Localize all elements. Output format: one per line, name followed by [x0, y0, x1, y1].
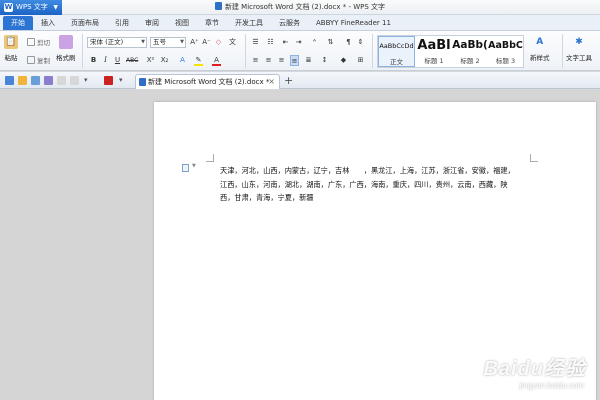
increase-indent-icon[interactable]: ⇥ [294, 37, 303, 48]
chevron-down-icon: ▼ [180, 39, 184, 45]
window-title: 新建 Microsoft Word 文档 (2).docx * - WPS 文字 [0, 0, 600, 15]
divider [82, 34, 83, 68]
font-name-select[interactable]: 宋体 (正文) ▼ [87, 37, 147, 48]
align-right-icon[interactable]: ≡ [277, 55, 286, 66]
style-heading-2[interactable]: AaBb( 标题 2 [452, 36, 488, 67]
paste-button[interactable]: 📋 粘贴 [4, 35, 18, 62]
style-heading-3[interactable]: AaBbC 标题 3 [488, 36, 523, 67]
menu-tab[interactable]: 引用 [107, 16, 137, 30]
text-tools-button[interactable]: ✱ 文字工具 [566, 35, 592, 62]
format-painter-button[interactable]: 格式刷 [56, 35, 76, 62]
print-preview-icon[interactable] [44, 76, 53, 85]
new-style-button[interactable]: A 新样式 [530, 35, 550, 62]
menu-tab[interactable]: 页面布局 [63, 16, 107, 30]
document-icon [214, 2, 222, 10]
menu-tab[interactable]: 插入 [33, 16, 63, 30]
title-bar: W WPS 文字 ▼ 新建 Microsoft Word 文档 (2).docx… [0, 0, 600, 15]
quick-access-bar: ▾ ▾ 新建 Microsoft Word 文档 (2).docx * × + [0, 72, 600, 89]
align-left-icon[interactable]: ≡ [251, 55, 260, 66]
divider [372, 34, 373, 68]
chevron-down-icon: ▼ [53, 4, 58, 11]
text-tools-icon: ✱ [575, 37, 583, 47]
menu-tab[interactable]: 视图 [167, 16, 197, 30]
sort-icon[interactable]: ⇅ [326, 37, 335, 48]
new-style-icon: A [536, 37, 544, 47]
chevron-down-icon[interactable]: ▾ [84, 76, 93, 85]
superscript-button[interactable]: X² [146, 55, 155, 66]
styles-gallery: AaBbCcDd 正文 AaBl 标题 1 AaBb( 标题 2 AaBbC 标… [377, 35, 524, 68]
cut-button[interactable]: 剪切 [27, 37, 50, 47]
text-line: 西，甘肃，青海，宁夏，新疆 [220, 193, 314, 202]
menu-tab[interactable]: 开始 [3, 16, 33, 30]
document-workspace: ▼ 天津，河北，山西，内蒙古，辽宁，吉林 ，黑龙江，上海，江苏，浙江省，安徽，福… [0, 90, 600, 400]
redo-icon[interactable] [70, 76, 79, 85]
chevron-down-icon[interactable]: ▼ [192, 163, 196, 169]
numbered-list-icon[interactable]: ☷ [266, 37, 275, 48]
wps-logo-icon: W [4, 3, 13, 12]
justify-icon[interactable]: ≡ [290, 55, 299, 66]
shading-icon[interactable]: ◆ [339, 55, 348, 66]
line-spacing-icon[interactable]: ⇕ [356, 37, 365, 48]
new-tab-button[interactable]: + [284, 74, 293, 88]
ribbon: 📋 粘贴 剪切 复制 格式刷 宋体 (正文) ▼ 五号 ▼ A⁺ A⁻ ◇ 文 B … [0, 31, 600, 71]
paste-icon: 📋 [4, 35, 18, 49]
brush-icon [58, 35, 73, 49]
close-icon[interactable]: × [268, 75, 275, 89]
distributed-icon[interactable]: ≣ [304, 55, 313, 66]
highlight-icon[interactable]: ✎ [194, 55, 203, 66]
decrease-indent-icon[interactable]: ⇤ [281, 37, 290, 48]
text-line: 江西，山东，河南，湖北，湖南，广东，广西，海南，重庆，四川，贵州，云南，西藏，陕 [220, 179, 508, 189]
margin-corner-mark [530, 154, 538, 162]
line-spacing-icon[interactable]: ↕ [320, 55, 329, 66]
undo-icon[interactable] [57, 76, 66, 85]
clear-format-icon[interactable]: ◇ [214, 37, 223, 48]
menu-tab[interactable]: 云服务 [271, 16, 308, 30]
text-direction-icon[interactable]: ᴬ [310, 37, 319, 48]
borders-icon[interactable]: ⊞ [356, 55, 365, 66]
menu-bar: 开始 插入 页面布局 引用 审阅 视图 章节 开发工具 云服务 ABBYY FineReader … [0, 15, 600, 31]
chevron-down-icon: ▼ [141, 39, 145, 45]
style-normal[interactable]: AaBbCcDd 正文 [378, 36, 415, 67]
print-icon[interactable] [31, 76, 40, 85]
subscript-button[interactable]: X₂ [160, 55, 169, 66]
menu-tab[interactable]: 审阅 [137, 16, 167, 30]
wps-icon[interactable] [104, 76, 113, 85]
menu-tab[interactable]: ABBYY FineReader 11 [308, 16, 399, 30]
shrink-font-button[interactable]: A⁻ [202, 37, 211, 48]
divider [562, 34, 563, 68]
menu-tab[interactable]: 章节 [197, 16, 227, 30]
align-center-icon[interactable]: ≡ [264, 55, 273, 66]
bold-button[interactable]: B [89, 55, 98, 66]
divider [245, 34, 246, 68]
text-line: 天津，河北，山西，内蒙古，辽宁，吉林 ，黑龙江，上海，江苏，浙江省，安徽，福建， [220, 166, 515, 175]
font-color-icon[interactable]: A [212, 55, 221, 66]
watermark: Baidu经验 jingyan.baidu.com [483, 358, 586, 390]
italic-button[interactable]: I [101, 55, 110, 66]
grow-font-button[interactable]: A⁺ [190, 37, 199, 48]
font-size-select[interactable]: 五号 ▼ [150, 37, 186, 48]
document-tab[interactable]: 新建 Microsoft Word 文档 (2).docx * × [135, 74, 280, 89]
open-folder-icon[interactable] [18, 76, 27, 85]
app-name: WPS 文字 [16, 3, 48, 11]
style-heading-1[interactable]: AaBl 标题 1 [416, 36, 452, 67]
chevron-down-icon[interactable]: ▾ [119, 76, 128, 85]
paragraph-layout-icon[interactable] [182, 164, 189, 172]
save-icon[interactable] [5, 76, 14, 85]
document-icon [139, 78, 146, 86]
copy-button[interactable]: 复制 [27, 55, 50, 65]
menu-tab[interactable]: 开发工具 [227, 16, 271, 30]
phonetic-icon[interactable]: 文 [228, 37, 237, 48]
strikethrough-button[interactable]: ABC [126, 55, 138, 66]
text-effect-icon[interactable]: A [178, 55, 187, 66]
bullet-list-icon[interactable]: ☰ [251, 37, 260, 48]
document-body[interactable]: 天津，河北，山西，内蒙古，辽宁，吉林 ，黑龙江，上海，江苏，浙江省，安徽，福建，… [220, 164, 530, 205]
margin-corner-mark [206, 154, 214, 162]
underline-button[interactable]: U [113, 55, 122, 66]
app-menu-button[interactable]: W WPS 文字 ▼ [0, 0, 62, 15]
copy-icon [27, 56, 35, 64]
scissors-icon [27, 38, 35, 46]
show-marks-icon[interactable]: ¶ [344, 37, 353, 48]
